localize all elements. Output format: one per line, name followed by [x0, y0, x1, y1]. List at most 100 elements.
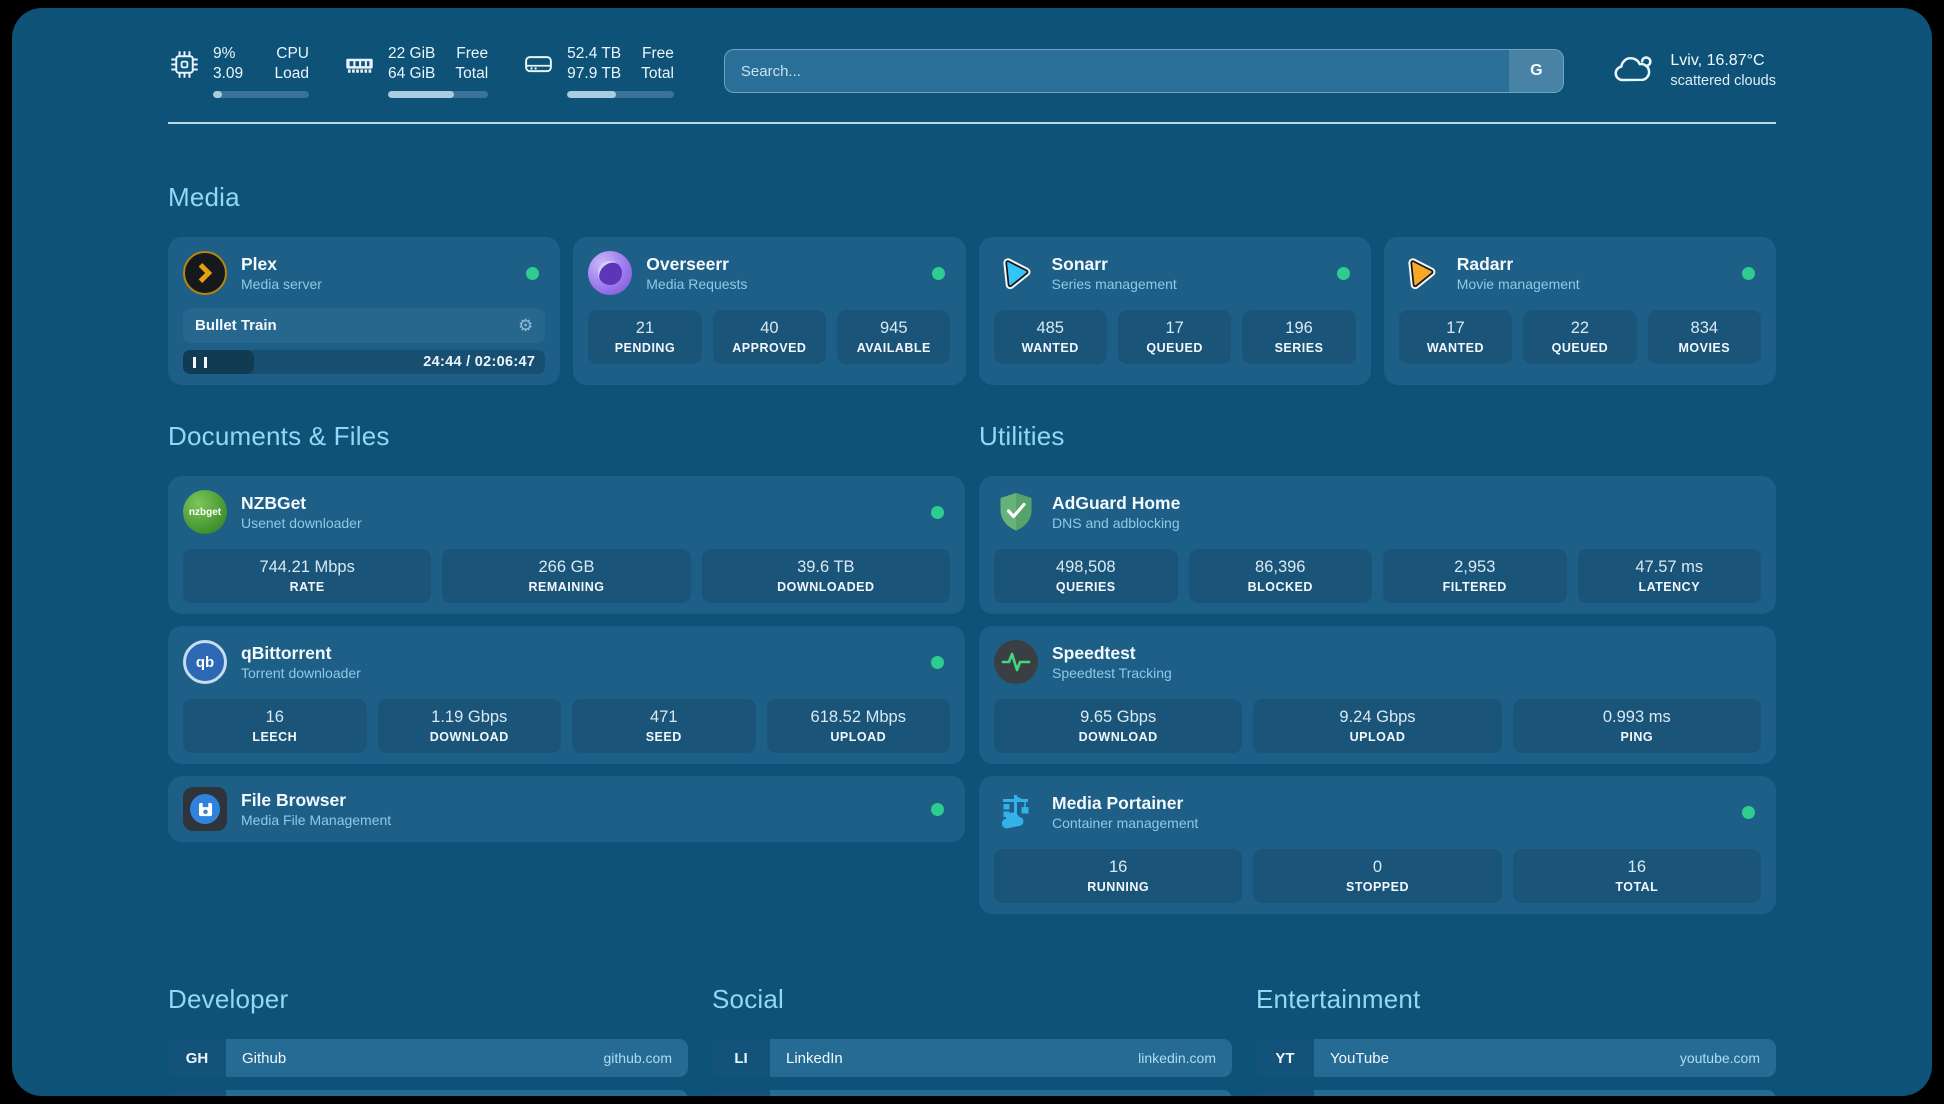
stat-tile: 16 RUNNING [994, 849, 1242, 903]
dashboard-panel: 9% 3.09 CPU Load [12, 8, 1932, 1096]
radarr-card[interactable]: Radarr Movie management 17 WANTED 22 QUE… [1384, 237, 1776, 385]
weather-location: Lviv, 16.87°C [1670, 50, 1776, 72]
playback-progress-bar[interactable]: 24:44 / 02:06:47 [183, 350, 545, 374]
cloud-icon [1610, 50, 1656, 92]
disk-total-value: 97.9 TB [567, 64, 621, 84]
stat-tile: 945 AVAILABLE [837, 310, 950, 364]
section-documents: Documents & Files nzbget NZBGet Usenet d… [168, 421, 965, 842]
memory-free-label: Free [455, 44, 488, 64]
search-bar: G [724, 49, 1565, 93]
filebrowser-status-dot [931, 803, 944, 816]
qbittorrent-title: qBittorrent [241, 642, 361, 665]
plex-card[interactable]: Plex Media server Bullet Train ⚙ 24:44 /… [168, 237, 560, 385]
disk-icon [522, 48, 555, 86]
qbittorrent-status-dot [931, 656, 944, 669]
search-input[interactable] [725, 50, 1510, 92]
memory-free-value: 22 GiB [388, 44, 435, 64]
plex-icon [183, 251, 227, 295]
link-twitter[interactable]: TW Twitter twitter.com [712, 1090, 1232, 1096]
stat-tile: 744.21 Mbps RATE [183, 549, 431, 603]
portainer-card[interactable]: Media Portainer Container management 16 … [979, 776, 1776, 914]
filebrowser-subtitle: Media File Management [241, 811, 391, 829]
search-engine-button[interactable]: G [1509, 50, 1563, 92]
filebrowser-icon [183, 787, 227, 831]
nzbget-subtitle: Usenet downloader [241, 514, 362, 532]
cpu-widget: 9% 3.09 CPU Load [168, 44, 309, 99]
speedtest-card[interactable]: Speedtest Speedtest Tracking 9.65 Gbps D… [979, 626, 1776, 764]
qbittorrent-icon: qb [183, 640, 227, 684]
weather-widget: Lviv, 16.87°C scattered clouds [1610, 50, 1776, 92]
memory-meter [388, 91, 488, 98]
cpu-load-value: 3.09 [213, 64, 243, 84]
top-bar: 9% 3.09 CPU Load [168, 40, 1776, 102]
sonarr-status-dot [1337, 267, 1350, 280]
weather-condition: scattered clouds [1670, 72, 1776, 92]
filebrowser-card[interactable]: File Browser Media File Management [168, 776, 965, 842]
portainer-status-dot [1742, 806, 1755, 819]
radarr-title: Radarr [1457, 253, 1580, 276]
stream-settings-gear-icon[interactable]: ⚙ [518, 317, 533, 334]
cpu-usage-label: CPU [275, 44, 309, 64]
sonarr-subtitle: Series management [1052, 275, 1177, 293]
nzbget-title: NZBGet [241, 492, 362, 515]
stat-tile: 17 QUEUED [1118, 310, 1231, 364]
stat-tile: 16 TOTAL [1513, 849, 1761, 903]
nzbget-icon: nzbget [183, 490, 227, 534]
link-stackoverflow[interactable]: SO StackOverflow stackoverflow.com [168, 1090, 688, 1096]
media-section-title: Media [168, 182, 1776, 213]
portainer-crane-icon [994, 790, 1038, 834]
stat-tile: 0.993 ms PING [1513, 699, 1761, 753]
disk-total-label: Total [641, 64, 674, 84]
qbittorrent-subtitle: Torrent downloader [241, 664, 361, 682]
cpu-icon [168, 48, 201, 86]
stat-tile: 834 MOVIES [1648, 310, 1761, 364]
link-linkedin[interactable]: LI LinkedIn linkedin.com [712, 1039, 1232, 1077]
disk-widget: 52.4 TB 97.9 TB Free Total [522, 44, 674, 99]
link-github[interactable]: GH Github github.com [168, 1039, 688, 1077]
stat-tile: 9.65 Gbps DOWNLOAD [994, 699, 1242, 753]
overseerr-card[interactable]: Overseerr Media Requests 21 PENDING 40 A… [573, 237, 965, 385]
social-section-title: Social [712, 984, 1232, 1015]
sonarr-card[interactable]: Sonarr Series management 485 WANTED 17 Q… [979, 237, 1371, 385]
overseerr-icon [588, 251, 632, 295]
stat-tile: 266 GB REMAINING [442, 549, 690, 603]
overseerr-status-dot [932, 267, 945, 280]
link-youtube[interactable]: YT YouTube youtube.com [1256, 1039, 1776, 1077]
playback-time: 24:44 / 02:06:47 [423, 354, 535, 370]
qbittorrent-card[interactable]: qb qBittorrent Torrent downloader 16 LEE… [168, 626, 965, 764]
plex-status-dot [526, 267, 539, 280]
section-entertainment: Entertainment YT YouTube youtube.com NF … [1256, 984, 1776, 1096]
speedtest-subtitle: Speedtest Tracking [1052, 664, 1172, 682]
portainer-title: Media Portainer [1052, 792, 1198, 815]
memory-widget: 22 GiB 64 GiB Free Total [343, 44, 488, 99]
disk-free-value: 52.4 TB [567, 44, 621, 64]
memory-total-label: Total [455, 64, 488, 84]
adguard-shield-icon [994, 490, 1038, 534]
portainer-subtitle: Container management [1052, 814, 1198, 832]
cpu-meter [213, 91, 309, 98]
stat-tile: 471 SEED [572, 699, 756, 753]
documents-section-title: Documents & Files [168, 421, 965, 452]
radarr-status-dot [1742, 267, 1755, 280]
memory-icon [343, 48, 376, 86]
link-netflix[interactable]: NF Netflix netflix.com [1256, 1090, 1776, 1096]
disk-meter [567, 91, 674, 98]
filebrowser-title: File Browser [241, 789, 391, 812]
sonarr-title: Sonarr [1052, 253, 1177, 276]
nzbget-card[interactable]: nzbget NZBGet Usenet downloader 744.21 M… [168, 476, 965, 614]
adguard-subtitle: DNS and adblocking [1052, 514, 1180, 532]
speedtest-title: Speedtest [1052, 642, 1172, 665]
adguard-card[interactable]: AdGuard Home DNS and adblocking 498,508 … [979, 476, 1776, 614]
stat-tile: 618.52 Mbps UPLOAD [767, 699, 951, 753]
nzbget-status-dot [931, 506, 944, 519]
cpu-usage-value: 9% [213, 44, 243, 64]
developer-section-title: Developer [168, 984, 688, 1015]
topbar-divider [168, 122, 1776, 124]
stat-tile: 2,953 FILTERED [1383, 549, 1567, 603]
stat-tile: 86,396 BLOCKED [1189, 549, 1373, 603]
stat-tile: 196 SERIES [1242, 310, 1355, 364]
pause-icon[interactable] [193, 357, 207, 368]
plex-subtitle: Media server [241, 275, 322, 293]
section-social: Social LI LinkedIn linkedin.com TW Twitt… [712, 984, 1232, 1096]
now-playing-title: Bullet Train [195, 317, 277, 334]
